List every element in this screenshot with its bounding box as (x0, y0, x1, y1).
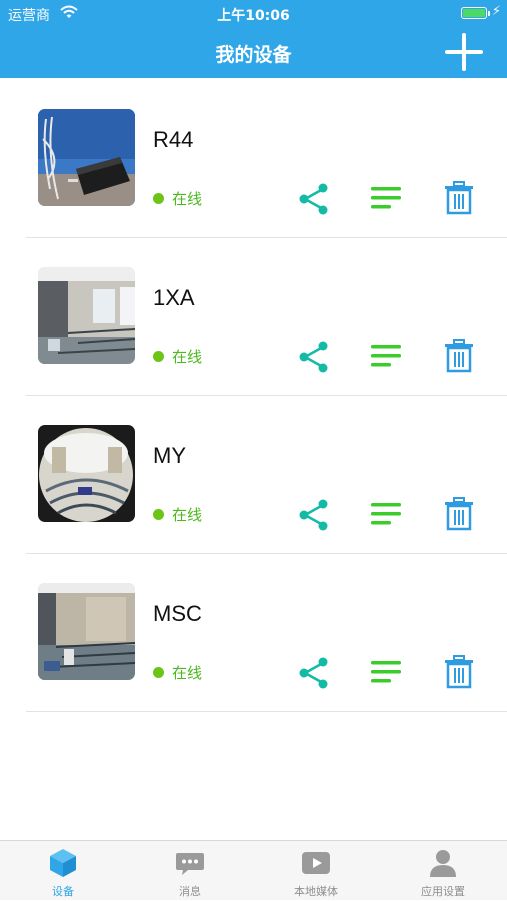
cube-icon (50, 849, 76, 877)
device-row[interactable]: R44 在线 (0, 80, 507, 238)
tab-bar: 设备 消息 本地媒体 应用设置 (0, 840, 507, 900)
device-thumbnail[interactable] (38, 425, 135, 522)
delete-icon[interactable] (441, 496, 477, 532)
online-dot-icon (153, 351, 164, 362)
device-name: 1XA (153, 285, 195, 310)
tab-label: 消息 (179, 885, 201, 898)
device-thumbnail[interactable] (38, 109, 135, 206)
list-icon[interactable] (368, 338, 404, 374)
share-icon[interactable] (296, 496, 332, 532)
status-bar: 运营商 上午10:06 ⚡ (0, 0, 507, 28)
status-time: 上午10:06 (217, 8, 290, 24)
charging-bolt-icon: ⚡ (491, 4, 501, 19)
list-icon[interactable] (368, 180, 404, 216)
device-name: MSC (153, 601, 202, 626)
tab-local-media[interactable]: 本地媒体 (253, 841, 379, 901)
share-icon[interactable] (296, 654, 332, 690)
device-thumbnail[interactable] (38, 267, 135, 364)
share-icon[interactable] (296, 180, 332, 216)
device-name: R44 (153, 127, 194, 152)
page-title: 我的设备 (215, 44, 292, 66)
delete-icon[interactable] (441, 654, 477, 690)
top-bar: 运营商 上午10:06 ⚡ 我的设备 (0, 0, 507, 78)
list-icon[interactable] (368, 654, 404, 690)
device-thumbnail[interactable] (38, 583, 135, 680)
tab-label: 应用设置 (421, 885, 465, 898)
battery-icon (461, 7, 487, 19)
add-device-button[interactable] (445, 33, 483, 71)
tab-devices[interactable]: 设备 (0, 841, 126, 901)
device-status-label: 在线 (172, 348, 203, 366)
delete-icon[interactable] (441, 180, 477, 216)
battery-cap (488, 11, 490, 16)
chat-bubble-icon (176, 853, 204, 875)
device-status-label: 在线 (172, 664, 203, 682)
tab-messages[interactable]: 消息 (127, 841, 253, 901)
online-dot-icon (153, 193, 164, 204)
tab-app-settings[interactable]: 应用设置 (380, 841, 506, 901)
list-icon[interactable] (368, 496, 404, 532)
device-row[interactable]: MSC 在线 (0, 554, 507, 712)
online-dot-icon (153, 509, 164, 520)
share-icon[interactable] (296, 338, 332, 374)
device-row[interactable]: MY 在线 (0, 396, 507, 554)
delete-icon[interactable] (441, 338, 477, 374)
play-video-icon (302, 852, 330, 874)
device-status-label: 在线 (172, 506, 203, 524)
device-name: MY (153, 443, 186, 468)
tab-label: 本地媒体 (294, 885, 338, 898)
device-list: R44 在线 1XA 在线 MY 在线 MSC 在线 (0, 80, 507, 712)
device-row[interactable]: 1XA 在线 (0, 238, 507, 396)
online-dot-icon (153, 667, 164, 678)
tab-label: 设备 (52, 885, 74, 898)
user-icon (430, 850, 456, 877)
device-status-label: 在线 (172, 190, 203, 208)
